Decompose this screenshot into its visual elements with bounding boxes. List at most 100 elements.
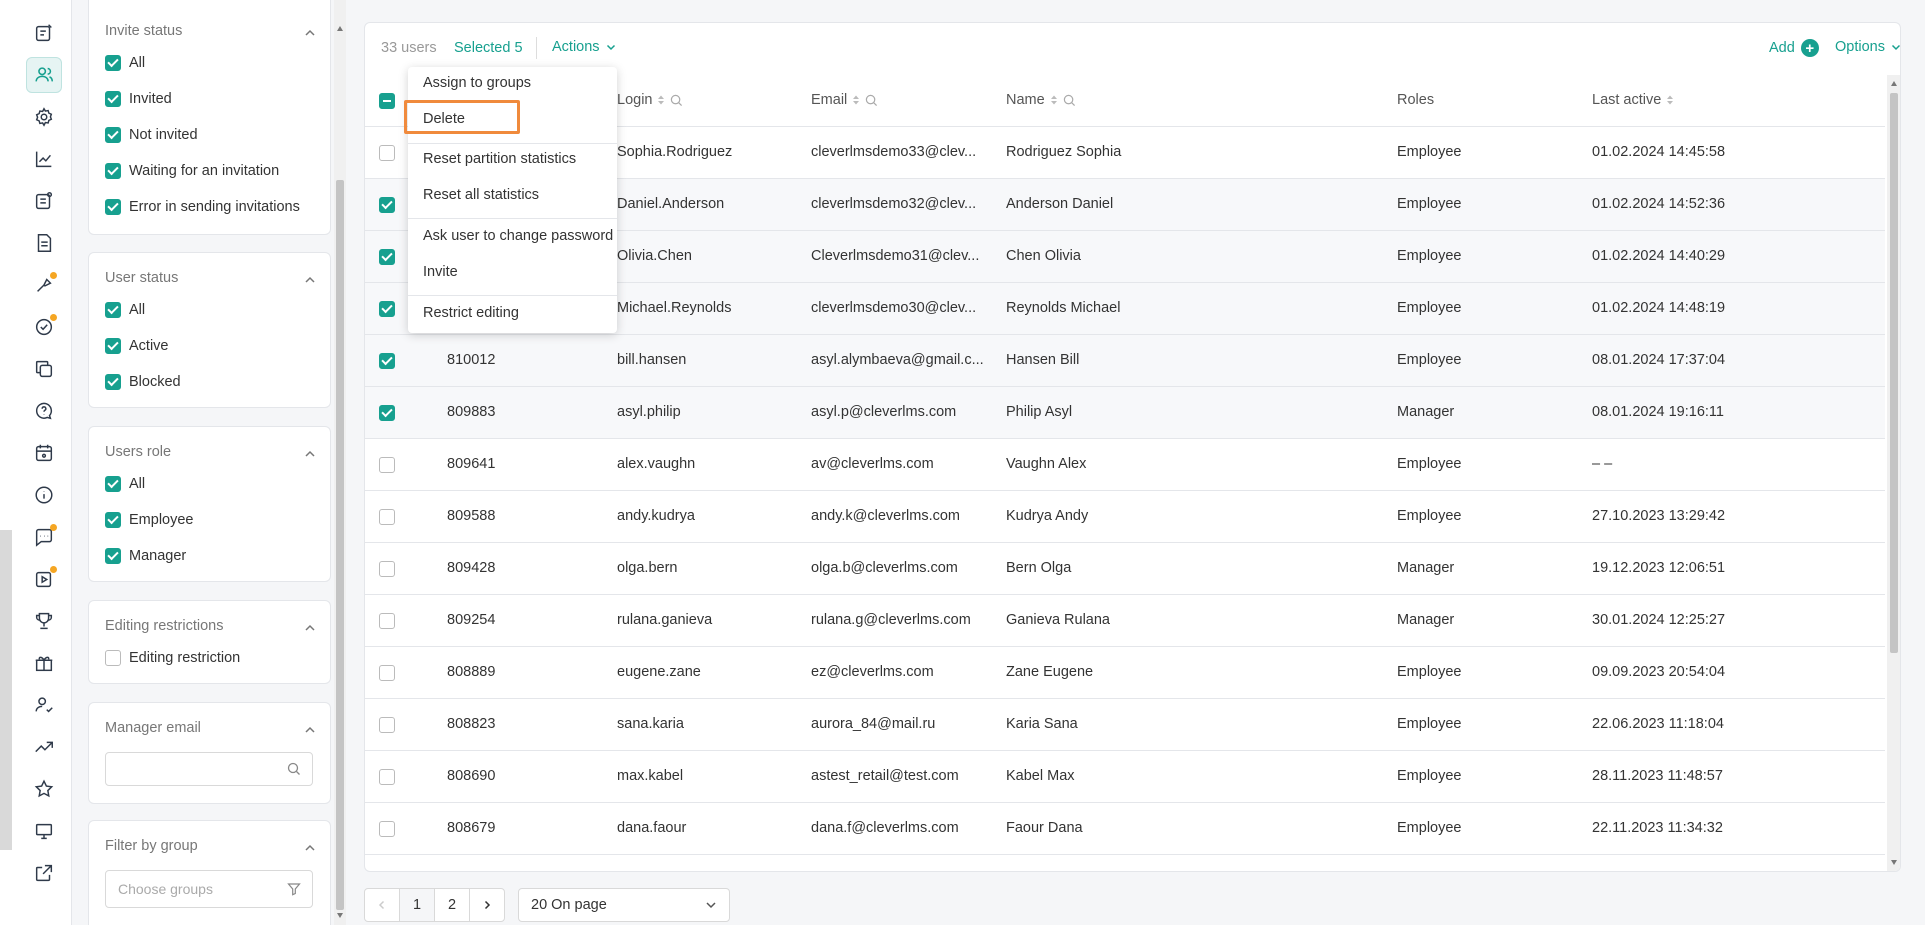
checkbox[interactable] xyxy=(105,650,121,666)
filter-option-all[interactable]: All xyxy=(105,302,145,318)
actions-dropdown[interactable]: Actions xyxy=(552,39,616,55)
filter-option-manager[interactable]: Manager xyxy=(105,548,186,564)
table-row[interactable]: 809254 rulana.ganieva rulana.g@cleverlms.c… xyxy=(365,595,1885,647)
checkbox[interactable] xyxy=(105,548,121,564)
monitor-icon[interactable] xyxy=(26,813,62,849)
manager-email-input[interactable] xyxy=(105,752,313,786)
filter-option-editing-restriction[interactable]: Editing restriction xyxy=(105,650,240,666)
scroll-down-arrow[interactable] xyxy=(337,913,343,918)
scrollbar-thumb[interactable] xyxy=(336,180,344,910)
chat-icon[interactable] xyxy=(26,519,62,555)
sort-icon[interactable] xyxy=(852,94,860,106)
search-icon[interactable] xyxy=(865,94,878,107)
chevron-up-icon[interactable] xyxy=(304,27,316,39)
scrollbar-thumb[interactable] xyxy=(1890,93,1898,653)
row-checkbox[interactable] xyxy=(379,249,395,265)
row-checkbox[interactable] xyxy=(379,717,395,733)
chevron-up-icon[interactable] xyxy=(304,724,316,736)
table-row[interactable]: 808823 sana.karia aurora_84@mail.ru Karia S… xyxy=(365,699,1885,751)
row-checkbox[interactable] xyxy=(379,769,395,785)
search-icon[interactable] xyxy=(1063,94,1076,107)
filter-option-blocked[interactable]: Blocked xyxy=(105,374,181,390)
scroll-up-arrow[interactable] xyxy=(337,26,343,31)
table-row[interactable]: 809428 olga.bern olga.b@cleverlms.com Bern … xyxy=(365,543,1885,595)
filter-option-waiting[interactable]: Waiting for an invitation xyxy=(105,163,279,179)
menu-item-restrict-editing[interactable]: Restrict editing xyxy=(423,305,519,321)
checkbox[interactable] xyxy=(105,163,121,179)
scroll-up-arrow[interactable] xyxy=(1891,81,1897,86)
tasks-icon[interactable] xyxy=(26,15,62,51)
column-name[interactable]: Name xyxy=(1006,92,1076,108)
filter-icon[interactable] xyxy=(287,882,301,896)
table-row[interactable]: 808690 max.kabel astest_retail@test.com Kab… xyxy=(365,751,1885,803)
options-dropdown[interactable]: Options xyxy=(1835,39,1900,55)
row-checkbox[interactable] xyxy=(379,145,395,161)
checkbox[interactable] xyxy=(105,302,121,318)
row-checkbox[interactable] xyxy=(379,509,395,525)
column-email[interactable]: Email xyxy=(811,92,878,108)
sort-icon[interactable] xyxy=(1666,94,1674,106)
users-icon[interactable] xyxy=(26,57,62,93)
page-2-button[interactable]: 2 xyxy=(434,888,470,922)
table-scrollbar[interactable] xyxy=(1887,75,1900,871)
copy-icon[interactable] xyxy=(26,351,62,387)
selected-count[interactable]: Selected 5 xyxy=(454,40,523,56)
checkbox[interactable] xyxy=(105,512,121,528)
analytics-icon[interactable] xyxy=(26,141,62,177)
filter-scrollbar[interactable] xyxy=(334,0,346,925)
checkbox[interactable] xyxy=(105,199,121,215)
page-1-button[interactable]: 1 xyxy=(399,888,435,922)
user-check-icon[interactable] xyxy=(26,687,62,723)
filter-option-all[interactable]: All xyxy=(105,476,145,492)
calendar-icon[interactable] xyxy=(26,435,62,471)
table-row[interactable]: 809588 andy.kudrya andy.k@cleverlms.com Kud… xyxy=(365,491,1885,543)
filter-option-all[interactable]: All xyxy=(105,55,145,71)
external-link-icon[interactable] xyxy=(26,855,62,891)
row-checkbox[interactable] xyxy=(379,457,395,473)
row-checkbox[interactable] xyxy=(379,197,395,213)
scroll-down-arrow[interactable] xyxy=(1891,860,1897,865)
trophy-icon[interactable] xyxy=(26,603,62,639)
checkbox[interactable] xyxy=(105,55,121,71)
menu-item-invite[interactable]: Invite xyxy=(423,264,458,280)
row-checkbox[interactable] xyxy=(379,405,395,421)
assessment-icon[interactable] xyxy=(26,309,62,345)
checkbox[interactable] xyxy=(105,127,121,143)
next-page-button[interactable] xyxy=(469,888,505,922)
video-icon[interactable] xyxy=(26,561,62,597)
filter-option-error[interactable]: Error in sending invitations xyxy=(105,199,300,215)
checkbox[interactable] xyxy=(105,476,121,492)
menu-item-assign-to-groups[interactable]: Assign to groups xyxy=(423,75,531,91)
info-icon[interactable] xyxy=(26,477,62,513)
search-icon[interactable] xyxy=(670,94,683,107)
add-button[interactable]: Add + xyxy=(1769,39,1819,57)
row-checkbox[interactable] xyxy=(379,821,395,837)
sort-icon[interactable] xyxy=(1050,94,1058,106)
prev-page-button[interactable] xyxy=(364,888,400,922)
table-row[interactable]: 808889 eugene.zane ez@cleverlms.com Zane Eu… xyxy=(365,647,1885,699)
chevron-up-icon[interactable] xyxy=(304,448,316,460)
gift-icon[interactable] xyxy=(26,645,62,681)
reports-icon[interactable] xyxy=(26,183,62,219)
star-icon[interactable] xyxy=(26,771,62,807)
table-row[interactable]: 809883 asyl.philip asyl.p@cleverlms.com Phi… xyxy=(365,387,1885,439)
feedback-icon[interactable] xyxy=(26,393,62,429)
filter-option-active[interactable]: Active xyxy=(105,338,169,354)
filter-option-invited[interactable]: Invited xyxy=(105,91,172,107)
document-icon[interactable] xyxy=(26,225,62,261)
per-page-select[interactable]: 20 On page xyxy=(518,888,730,922)
menu-item-ask-change-password[interactable]: Ask user to change password xyxy=(423,228,613,244)
skills-icon[interactable] xyxy=(26,267,62,303)
row-checkbox[interactable] xyxy=(379,301,395,317)
table-row[interactable]: 810012 bill.hansen asyl.alymbaeva@gmail.c.… xyxy=(365,335,1885,387)
sort-icon[interactable] xyxy=(657,94,665,106)
menu-item-reset-all-statistics[interactable]: Reset all statistics xyxy=(423,187,539,203)
filter-option-not-invited[interactable]: Not invited xyxy=(105,127,198,143)
chevron-up-icon[interactable] xyxy=(304,842,316,854)
checkbox[interactable] xyxy=(105,374,121,390)
column-last-active[interactable]: Last active xyxy=(1592,92,1674,108)
checkbox[interactable] xyxy=(105,91,121,107)
checkbox[interactable] xyxy=(105,338,121,354)
select-all-checkbox[interactable] xyxy=(379,93,395,109)
trend-icon[interactable] xyxy=(26,729,62,765)
